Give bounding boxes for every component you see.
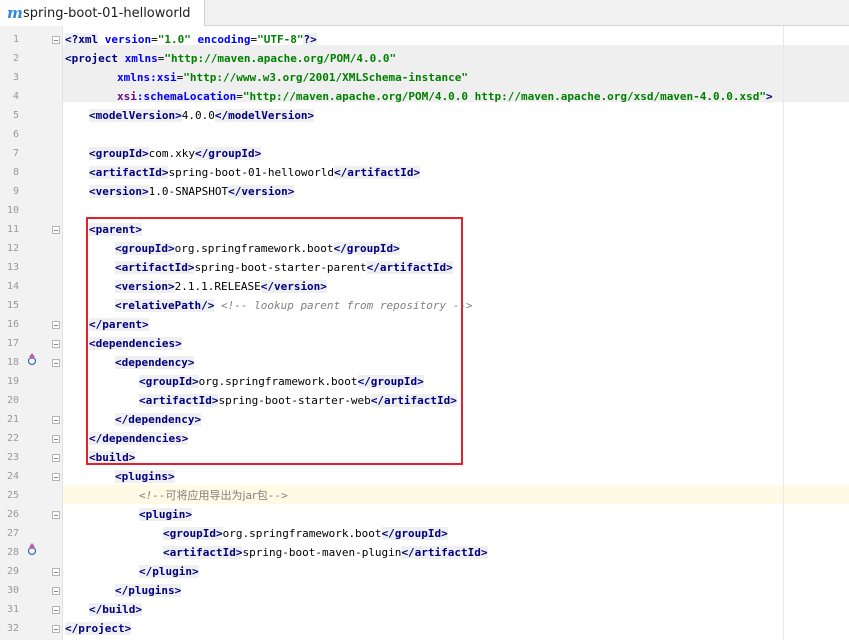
fold-marker[interactable]	[52, 606, 60, 614]
code-line-19: <groupId>org.springframework.boot</group…	[139, 375, 424, 388]
fold-marker[interactable]	[52, 511, 60, 519]
line-number: 24	[6, 471, 19, 482]
line-number: 25	[6, 490, 19, 501]
line-number: 20	[6, 395, 19, 406]
fold-marker[interactable]	[52, 226, 60, 234]
code-line-7: <groupId>com.xky</groupId>	[89, 147, 262, 160]
editor-tab-pom[interactable]: m spring-boot-01-helloworld	[0, 0, 205, 26]
line-number: 3	[12, 72, 19, 83]
code-line-14: <version>2.1.1.RELEASE</version>	[115, 280, 327, 293]
code-line-32: </project>	[65, 622, 132, 635]
line-number: 7	[12, 148, 19, 159]
line-number: 28	[6, 547, 19, 558]
ide-window: m spring-boot-01-helloworld 1 2 3 4 5 6 …	[0, 0, 849, 640]
line-number: 23	[6, 452, 19, 463]
overridden-method-icon[interactable]	[26, 543, 38, 555]
fold-marker[interactable]	[52, 587, 60, 595]
line-number: 12	[6, 243, 19, 254]
code-line-1: <?xml version="1.0" encoding="UTF-8"?>	[65, 33, 317, 46]
code-line-22: </dependencies>	[89, 432, 189, 445]
maven-m-icon: m	[7, 4, 23, 22]
line-number: 2	[12, 53, 19, 64]
code-line-4: xsi:schemaLocation="http://maven.apache.…	[117, 90, 773, 103]
line-number: 5	[12, 110, 19, 121]
line-number: 32	[6, 623, 19, 634]
line-number: 19	[6, 376, 19, 387]
code-line-30: </plugins>	[115, 584, 182, 597]
line-number: 17	[6, 338, 19, 349]
line-number: 16	[6, 319, 19, 330]
line-number: 18	[6, 357, 19, 368]
code-line-15: <relativePath/> <!-- lookup parent from …	[115, 299, 473, 312]
code-line-25: <!--可将应用导出为jar包-->	[139, 489, 288, 502]
fold-marker[interactable]	[52, 359, 60, 367]
fold-marker[interactable]	[52, 625, 60, 633]
code-line-2: <project xmlns="http://maven.apache.org/…	[65, 52, 397, 65]
line-number: 8	[12, 167, 19, 178]
fold-marker[interactable]	[52, 36, 60, 44]
line-number: 9	[12, 186, 19, 197]
code-line-18: <dependency>	[115, 356, 195, 369]
code-line-29: </plugin>	[139, 565, 199, 578]
code-line-31: </build>	[89, 603, 142, 616]
line-number: 29	[6, 566, 19, 577]
code-line-20: <artifactId>spring-boot-starter-web</art…	[139, 394, 457, 407]
line-number: 22	[6, 433, 19, 444]
line-number: 1	[12, 34, 19, 45]
code-line-16: </parent>	[89, 318, 149, 331]
code-line-26: <plugin>	[139, 508, 192, 521]
fold-marker[interactable]	[52, 416, 60, 424]
line-number: 31	[6, 604, 19, 615]
code-line-8: <artifactId>spring-boot-01-helloworld</a…	[89, 166, 421, 179]
code-line-5: <modelVersion>4.0.0</modelVersion>	[89, 109, 315, 122]
fold-marker[interactable]	[52, 321, 60, 329]
line-number: 15	[6, 300, 19, 311]
code-line-11: <parent>	[89, 223, 142, 236]
line-number: 4	[12, 91, 19, 102]
line-number-gutter[interactable]: 1 2 3 4 5 6 7 8 9 10 11 12 13 14 15 16 1…	[0, 26, 82, 640]
line-number: 27	[6, 528, 19, 539]
code-line-3: xmlns:xsi="http://www.w3.org/2001/XMLSch…	[117, 71, 469, 84]
code-line-17: <dependencies>	[89, 337, 182, 350]
line-number: 26	[6, 509, 19, 520]
fold-marker[interactable]	[52, 568, 60, 576]
line-number: 13	[6, 262, 19, 273]
fold-marker[interactable]	[52, 435, 60, 443]
line-number: 30	[6, 585, 19, 596]
fold-marker[interactable]	[52, 340, 60, 348]
editor-tab-bar: m spring-boot-01-helloworld	[0, 0, 849, 26]
line-number: 21	[6, 414, 19, 425]
code-line-23: <build>	[89, 451, 136, 464]
code-line-24: <plugins>	[115, 470, 175, 483]
code-line-12: <groupId>org.springframework.boot</group…	[115, 242, 400, 255]
code-line-27: <groupId>org.springframework.boot</group…	[163, 527, 448, 540]
fold-marker[interactable]	[52, 473, 60, 481]
line-number: 10	[6, 205, 19, 216]
fold-marker[interactable]	[52, 454, 60, 462]
line-number: 6	[12, 129, 19, 140]
overridden-method-icon[interactable]	[26, 353, 38, 365]
code-editor[interactable]: <?xml version="1.0" encoding="UTF-8"?> <…	[63, 26, 849, 640]
code-line-21: </dependency>	[115, 413, 202, 426]
tab-label: spring-boot-01-helloworld	[23, 5, 191, 21]
line-number: 11	[6, 224, 19, 235]
line-number: 14	[6, 281, 19, 292]
code-line-28: <artifactId>spring-boot-maven-plugin</ar…	[163, 546, 488, 559]
code-line-9: <version>1.0-SNAPSHOT</version>	[89, 185, 295, 198]
code-line-13: <artifactId>spring-boot-starter-parent</…	[115, 261, 453, 274]
